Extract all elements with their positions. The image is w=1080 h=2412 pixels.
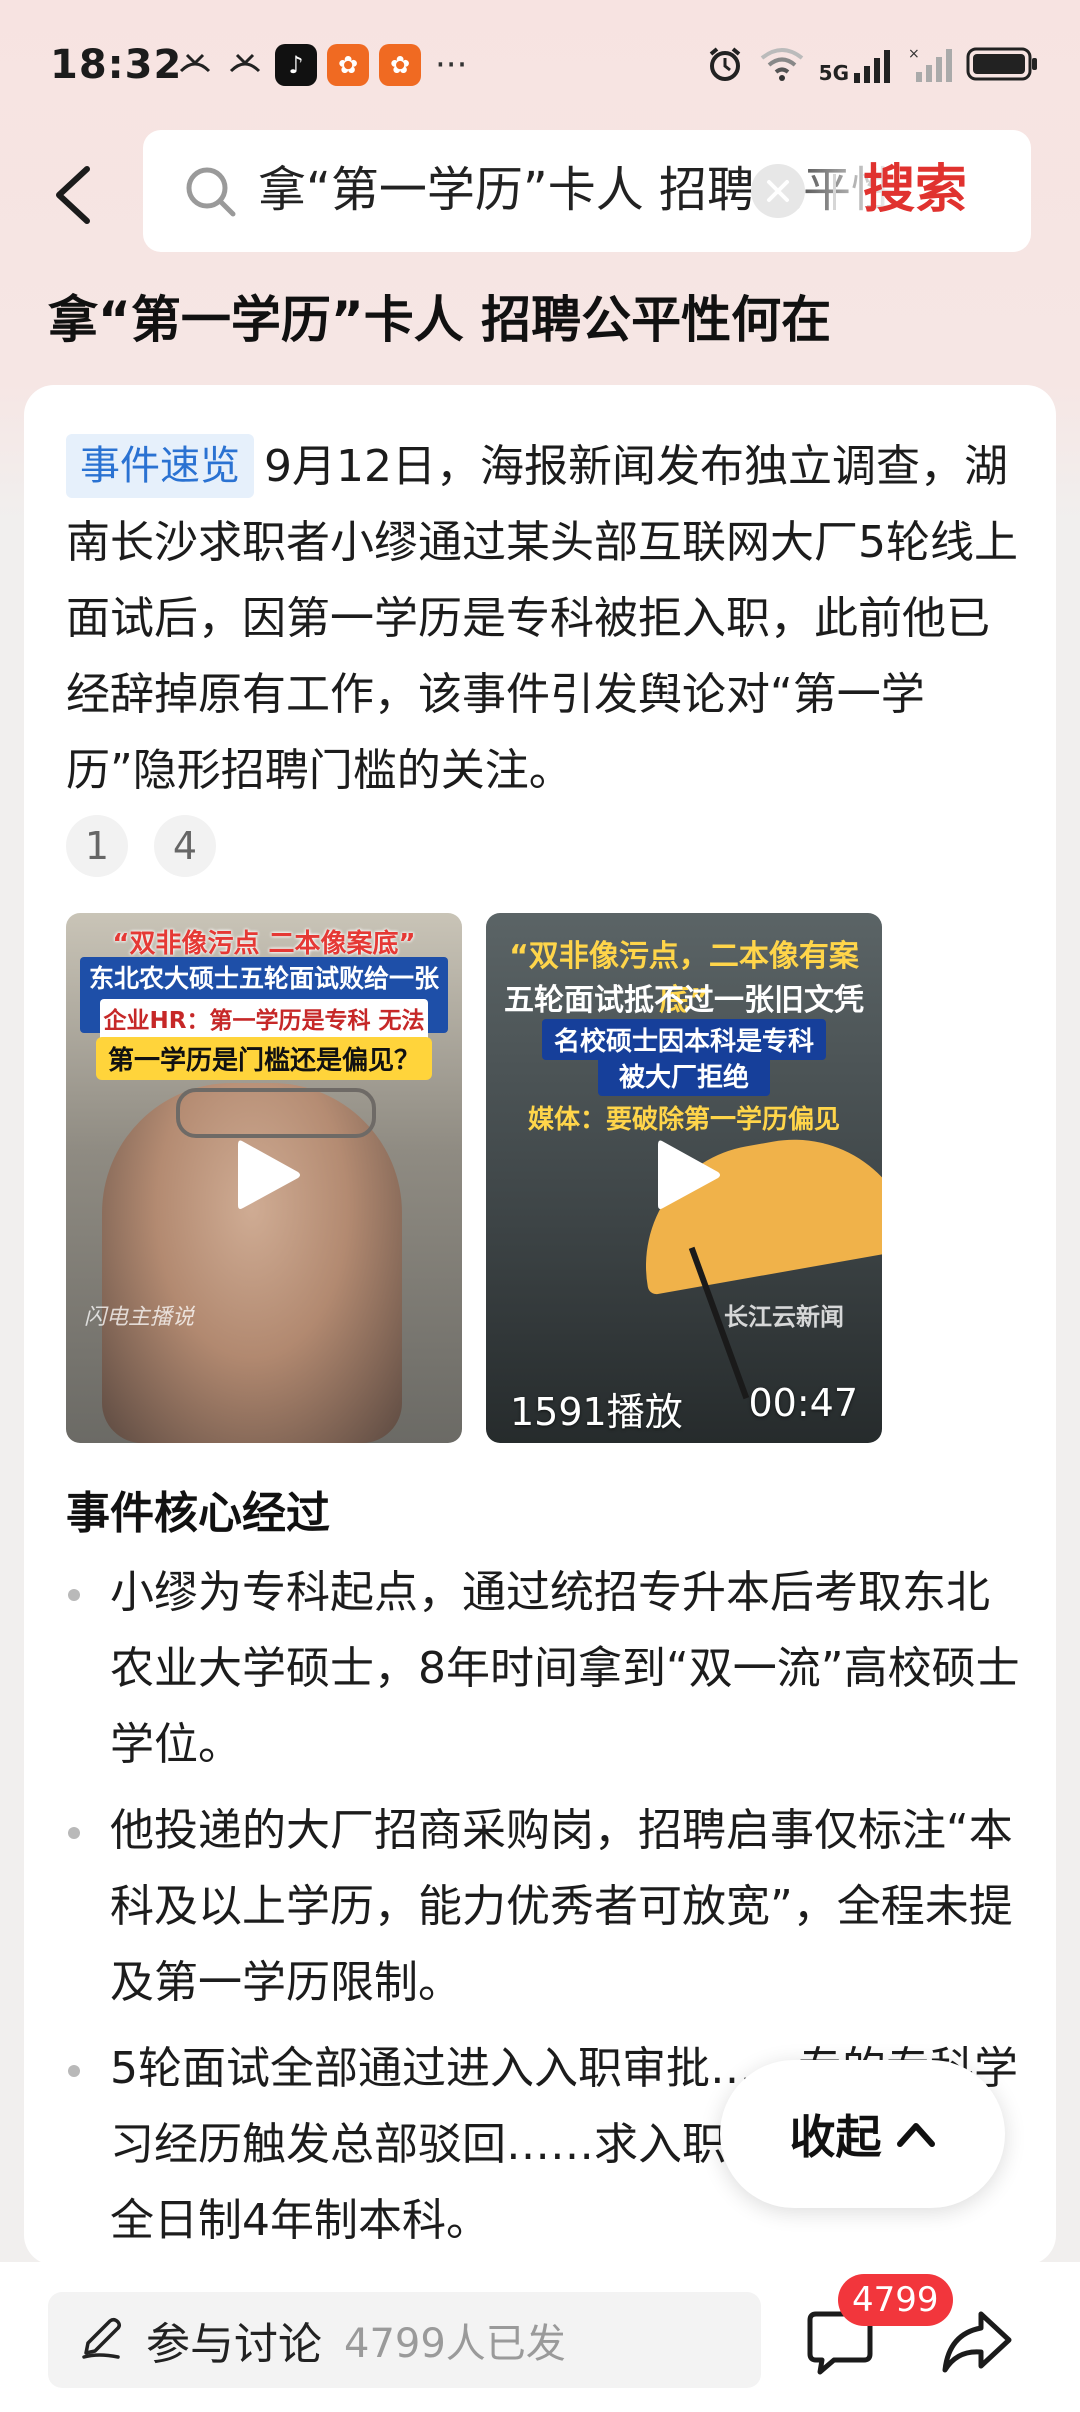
- video-watermark: 闪电主播说: [84, 1305, 195, 1330]
- video-cover-text: 被大厂拒绝: [598, 1055, 770, 1096]
- signal-icon: ×: [908, 46, 952, 86]
- close-icon: [767, 180, 789, 202]
- video-list: “双非像污点 二本像案底” 东北农大硕士五轮面试败给一张旧文凭 企业HR：第一学…: [66, 913, 882, 1443]
- search-submit-button[interactable]: 搜索: [863, 158, 967, 222]
- video-cover-text: 第一学历是门槛还是偏见？: [96, 1037, 432, 1080]
- join-discussion-label: 参与讨论: [146, 2319, 322, 2370]
- status-bar: 18:32 ♪ ✿ ✿ ··· 5G ×: [0, 0, 1080, 130]
- wifi-icon: [759, 46, 805, 86]
- svg-text:×: ×: [908, 46, 920, 62]
- system-icons: 5G ×: [705, 44, 1040, 88]
- video-cover-text: 五轮面试抵不过一张旧文凭: [504, 983, 864, 1018]
- missed-call-icon: [175, 45, 215, 85]
- video-cover-text: 名校硕士因本科是专科: [542, 1019, 826, 1060]
- search-icon: [183, 164, 239, 224]
- chevron-up-icon: [896, 2123, 935, 2147]
- video-duration: 00:47: [748, 1381, 858, 1425]
- signal-5g-icon: 5G: [819, 49, 894, 83]
- section-heading: 事件核心经过: [66, 1488, 330, 1539]
- event-summary: 事件速览 9月12日，海报新闻发布独立调查，湖南长沙求职者小缪通过某头部互联网大厂…: [66, 429, 1026, 809]
- video-watermark: 长江云新闻: [724, 1303, 844, 1331]
- notification-icons: ♪ ✿ ✿ ···: [175, 44, 467, 86]
- search-divider: [833, 174, 836, 210]
- video-thumbnail-glasses: [176, 1088, 376, 1138]
- list-item: 小缪为专科起点，通过统招专升本后考取东北农业大学硕士，8年时间拿到“双一流”高校…: [66, 1555, 1026, 1783]
- join-discussion-input[interactable]: 参与讨论 4799人已发: [48, 2292, 761, 2388]
- bullet-dot-icon: [68, 1827, 80, 1839]
- video-card[interactable]: “双非像污点 二本像案底” 东北农大硕士五轮面试败给一张旧文凭 企业HR：第一学…: [66, 913, 462, 1443]
- bullet-dot-icon: [68, 1589, 80, 1601]
- play-icon[interactable]: [654, 1135, 724, 1215]
- discussion-count: 4799人已发: [344, 2321, 566, 2367]
- status-time: 18:32: [50, 42, 183, 88]
- ai-summary-card: 事件速览 9月12日，海报新闻发布独立调查，湖南长沙求职者小缪通过某头部互联网大厂…: [24, 385, 1056, 2265]
- back-button[interactable]: [38, 160, 108, 230]
- page-title: 拿“第一学历”卡人 招聘公平性何在: [48, 291, 832, 349]
- chevron-left-icon: [56, 166, 90, 224]
- video-meta: 1591播放 00:47: [510, 1381, 858, 1436]
- missed-call-icon: [225, 45, 265, 85]
- collapse-button[interactable]: 收起: [720, 2060, 1005, 2208]
- citation-list: 1 4: [66, 815, 216, 877]
- more-dots-icon: ···: [435, 45, 468, 85]
- comment-count-badge: 4799: [838, 2274, 953, 2326]
- video-cover-text: 媒体：要破除第一学历偏见: [527, 1105, 840, 1135]
- share-button[interactable]: [937, 2302, 1017, 2382]
- video-card[interactable]: “双非像污点，二本像有案底” 五轮面试抵不过一张旧文凭 名校硕士因本科是专科 被…: [486, 913, 882, 1443]
- list-item-text: 小缪为专科起点，通过统招专升本后考取东北农业大学硕士，8年时间拿到“双一流”高校…: [110, 1567, 1020, 1770]
- share-icon: [942, 2311, 1012, 2373]
- citation-badge[interactable]: 1: [66, 815, 128, 877]
- battery-icon: [966, 45, 1040, 87]
- citation-badge[interactable]: 4: [154, 815, 216, 877]
- list-item: 他投递的大厂招商采购岗，招聘启事仅标注“本科及以上学历，能力优秀者可放宽”，全程…: [66, 1793, 1026, 2021]
- app-icon-orange: ✿: [327, 44, 369, 86]
- bottom-bar: 参与讨论 4799人已发 4799: [0, 2262, 1080, 2412]
- tiktok-app-icon: ♪: [275, 44, 317, 86]
- play-icon[interactable]: [234, 1135, 304, 1215]
- video-cover-text: “双非像污点 二本像案底”: [112, 929, 416, 959]
- clear-search-button[interactable]: [751, 164, 805, 218]
- event-summary-tag: 事件速览: [66, 434, 254, 498]
- app-icon-orange: ✿: [379, 44, 421, 86]
- bullet-dot-icon: [68, 2065, 80, 2077]
- list-item-text: 他投递的大厂招商采购岗，招聘启事仅标注“本科及以上学历，能力优秀者可放宽”，全程…: [110, 1805, 1013, 2008]
- alarm-icon: [705, 44, 745, 88]
- video-play-count: 1591播放: [510, 1390, 683, 1434]
- pen-icon: [78, 2315, 124, 2365]
- search-box[interactable]: 拿“第一学历”卡人 招聘公平性何在 搜索: [143, 130, 1031, 252]
- collapse-label: 收起: [789, 2110, 882, 2164]
